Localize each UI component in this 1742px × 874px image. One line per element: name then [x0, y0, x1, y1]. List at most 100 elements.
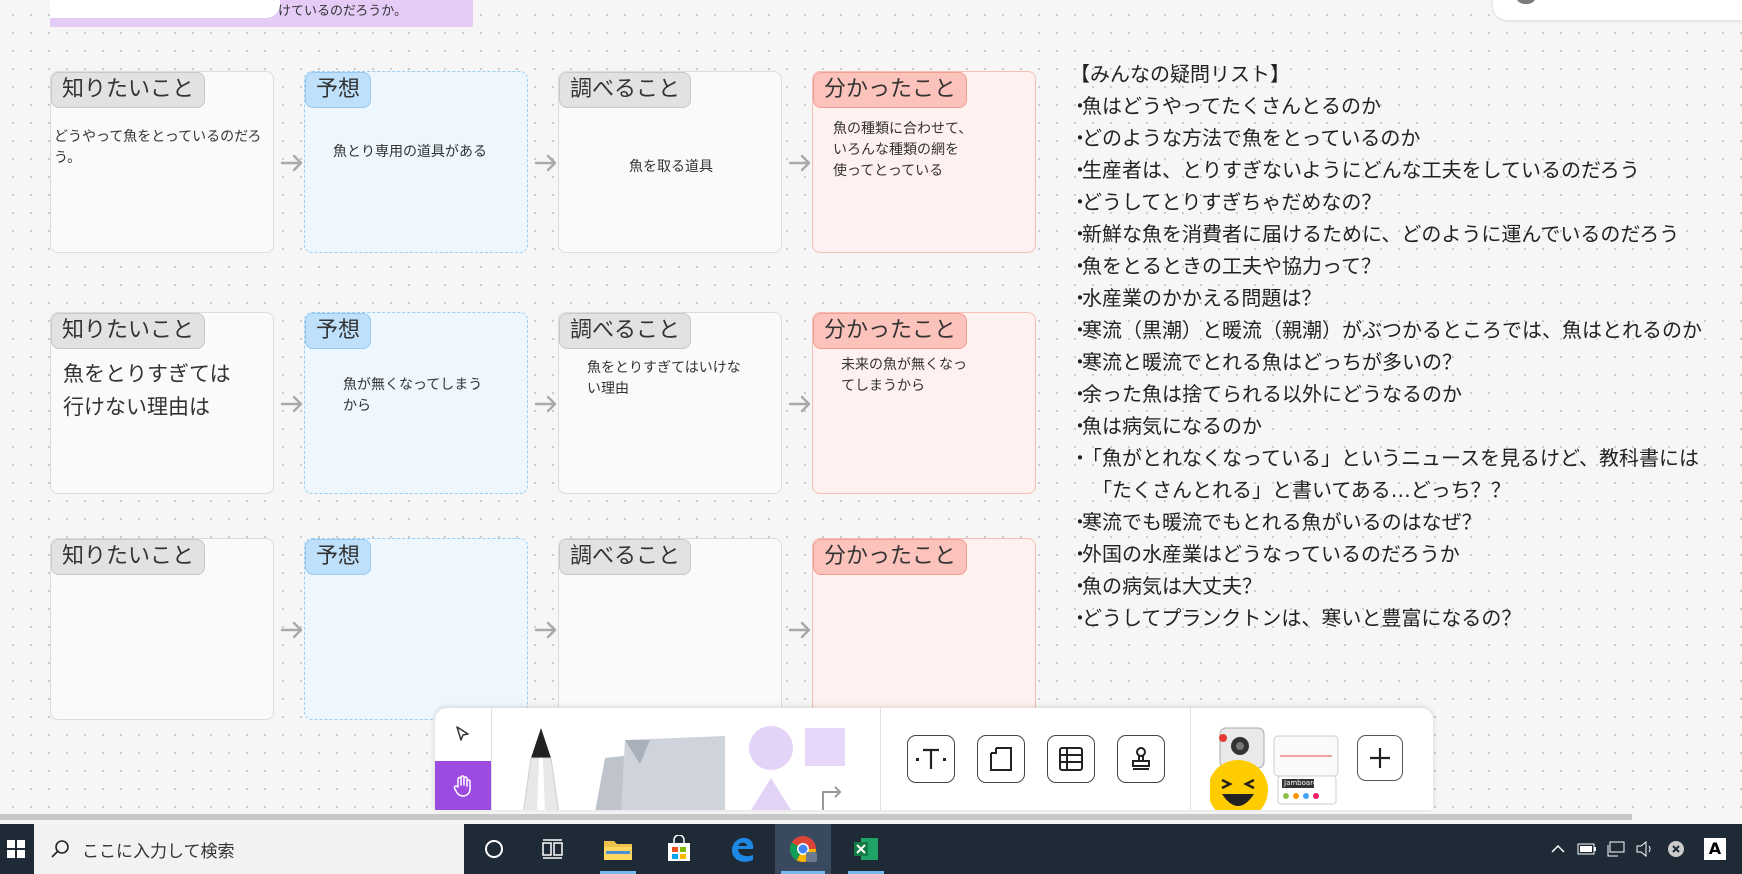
question-text: どうしてとりすぎちゃだめなの？ — [1082, 190, 1382, 214]
arrow-right-icon — [280, 392, 304, 416]
question-list-item: ・どうしてプランクトンは、寒いと豊富になるの？ — [1070, 602, 1742, 634]
question-text: 余った魚は捨てられる以外にどうなるのか — [1082, 382, 1462, 406]
question-list-item: ・魚は病気になるのか — [1070, 410, 1742, 442]
want-frame[interactable]: 知りたいこと — [50, 538, 274, 720]
question-text: どうしてプランクトンは、寒いと豊富になるの？ — [1082, 606, 1522, 630]
found-tag: 分かったこと — [813, 539, 968, 575]
hand-icon — [453, 774, 471, 797]
question-list-item: ・生産者は、とりすぎないようにどんな工夫をしているのだろう — [1070, 154, 1742, 186]
question-list-item: ・どうしてとりすぎちゃだめなの？ — [1070, 186, 1742, 218]
taskbar-search-box[interactable]: ここに入力して検索 — [34, 824, 464, 874]
research-frame[interactable]: 調べること魚をとりすぎてはいけな い理由 — [558, 312, 782, 494]
sticker-tool[interactable]: Jamboard — [1208, 726, 1345, 810]
bullet: ・ — [1070, 350, 1090, 374]
arrow-right-icon — [788, 151, 812, 175]
guess-note-text[interactable]: 魚が無くなってしまう から — [343, 375, 523, 417]
battery-tray[interactable] — [1574, 824, 1600, 874]
found-note-text[interactable]: 魚の種類に合わせて、 いろんな種類の網を 使ってとっている — [833, 119, 993, 182]
horizontal-scrollbar[interactable] — [0, 814, 1632, 820]
arrow-right-icon — [534, 392, 558, 416]
text-box-button[interactable] — [907, 735, 955, 783]
tray-chevron[interactable] — [1546, 824, 1570, 874]
top-right-panel[interactable] — [1493, 0, 1742, 20]
start-button[interactable] — [0, 824, 32, 874]
top-note-card[interactable] — [50, 0, 280, 18]
question-list-title: 【みんなの疑問リスト】 — [1070, 62, 1290, 86]
speaker-icon — [1636, 841, 1651, 857]
question-text: 魚をとるときの工夫や協力って？ — [1082, 254, 1381, 278]
table-icon — [1059, 747, 1083, 771]
want-tag: 知りたいこと — [51, 313, 206, 349]
store-button[interactable] — [651, 824, 707, 874]
found-frame[interactable]: 分かったこと 魚の種類に合わせて、 いろんな種類の網を 使ってとっている — [812, 71, 1036, 253]
want-note-text[interactable]: 魚をとりすぎては 行けない理由は — [63, 358, 263, 424]
bullet: ・ — [1070, 158, 1090, 182]
want-note-text[interactable]: どうやって魚をとっているのだろう。 — [54, 127, 269, 169]
sticky-note-tool[interactable] — [595, 728, 735, 810]
want-frame[interactable]: 知りたいこと魚をとりすぎては 行けない理由は — [50, 312, 274, 494]
want-frame[interactable]: 知りたいこと どうやって魚をとっているのだろう。 — [50, 71, 274, 253]
research-note-text[interactable]: 魚を取る道具 — [629, 157, 789, 178]
guess-frame[interactable]: 予想 魚とり専用の道具がある — [304, 71, 528, 253]
bullet: ・ — [1070, 382, 1090, 406]
question-text: 魚はどうやってたくさんとるのか — [1082, 94, 1381, 118]
bullet: ・ — [1070, 222, 1090, 246]
guess-tag: 予想 — [305, 539, 372, 575]
pen-tool[interactable] — [513, 728, 569, 810]
found-frame[interactable]: 分かったこと 未来の魚が無くなっ てしまうから — [812, 312, 1036, 494]
excel-icon — [854, 838, 878, 860]
task-view-button[interactable] — [525, 824, 581, 874]
task-view-icon — [542, 839, 563, 859]
question-text: 「魚がとれなくなっている」というニュースを見るけど、教科書には — [1082, 446, 1699, 470]
chrome-icon — [789, 836, 817, 863]
select-tool-button[interactable] — [435, 708, 491, 759]
guess-frame[interactable]: 予想 — [304, 538, 528, 720]
chrome-button[interactable] — [775, 824, 831, 874]
research-frame[interactable]: 調べること 魚を取る道具 — [558, 71, 782, 253]
excel-button[interactable] — [838, 824, 894, 874]
bullet: ・ — [1070, 254, 1090, 278]
research-tag: 調べること — [559, 313, 692, 349]
bullet: ・ — [1070, 190, 1090, 214]
add-button[interactable] — [1357, 735, 1403, 781]
bullet: ・ — [1070, 446, 1090, 470]
search-icon — [51, 840, 69, 858]
question-text: 水産業のかかえる問題は？ — [1082, 286, 1322, 310]
chevron-up-icon — [1551, 844, 1565, 853]
bullet: ・ — [1070, 510, 1090, 534]
avatar[interactable] — [1515, 0, 1537, 4]
question-list-item: ・余った魚は捨てられる以外にどうなるのか — [1070, 378, 1742, 410]
arrow-right-icon — [280, 151, 304, 175]
arrow-right-icon — [788, 618, 812, 642]
question-list[interactable]: 【みんなの疑問リスト】 ・魚はどうやってたくさんとるのか ・どのような方法で魚をと… — [1070, 58, 1742, 634]
frame-button[interactable] — [977, 735, 1025, 783]
table-button[interactable] — [1047, 735, 1095, 783]
ime-indicator[interactable]: A — [1698, 824, 1732, 874]
guess-note-text[interactable]: 魚とり専用の道具がある — [333, 142, 523, 163]
sticker-label: Jamboard — [1284, 779, 1318, 787]
stamp-button[interactable] — [1117, 735, 1165, 783]
network-tray[interactable] — [1603, 824, 1629, 874]
file-explorer-button[interactable] — [590, 824, 646, 874]
question-list-item: ・魚をとるときの工夫や協力って？ — [1070, 250, 1742, 282]
research-note-text[interactable]: 魚をとりすぎてはいけな い理由 — [587, 358, 767, 400]
edge-button[interactable] — [714, 824, 770, 874]
status-tray[interactable] — [1663, 824, 1689, 874]
sticker-icon — [1208, 727, 1339, 810]
question-text: 生産者は、とりすぎないようにどんな工夫をしているのだろう — [1082, 158, 1640, 182]
guess-frame[interactable]: 予想 魚が無くなってしまう から — [304, 312, 528, 494]
research-frame[interactable]: 調べること — [558, 538, 782, 720]
shape-tool[interactable] — [745, 726, 855, 810]
question-list-item: ・外国の水産業はどうなっているのだろうか — [1070, 538, 1742, 570]
found-frame[interactable]: 分かったこと — [812, 538, 1036, 720]
bullet: ・ — [1070, 542, 1090, 566]
found-note-text[interactable]: 未来の魚が無くなっ てしまうから — [841, 355, 1001, 397]
cortana-button[interactable] — [466, 824, 522, 874]
question-list-item: 「たくさんとれる」と書いてある…どっち？？ — [1070, 474, 1742, 506]
hand-tool-button[interactable] — [435, 761, 491, 810]
volume-tray[interactable] — [1632, 824, 1658, 874]
question-text: 魚の病気は大丈夫？ — [1082, 574, 1262, 598]
question-list-item: ・魚の病気は大丈夫？ — [1070, 570, 1742, 602]
question-text: 「たくさんとれる」と書いてある…どっち？？ — [1082, 478, 1511, 502]
question-list-item: ・寒流と暖流でとれる魚はどっちが多いの？ — [1070, 346, 1742, 378]
